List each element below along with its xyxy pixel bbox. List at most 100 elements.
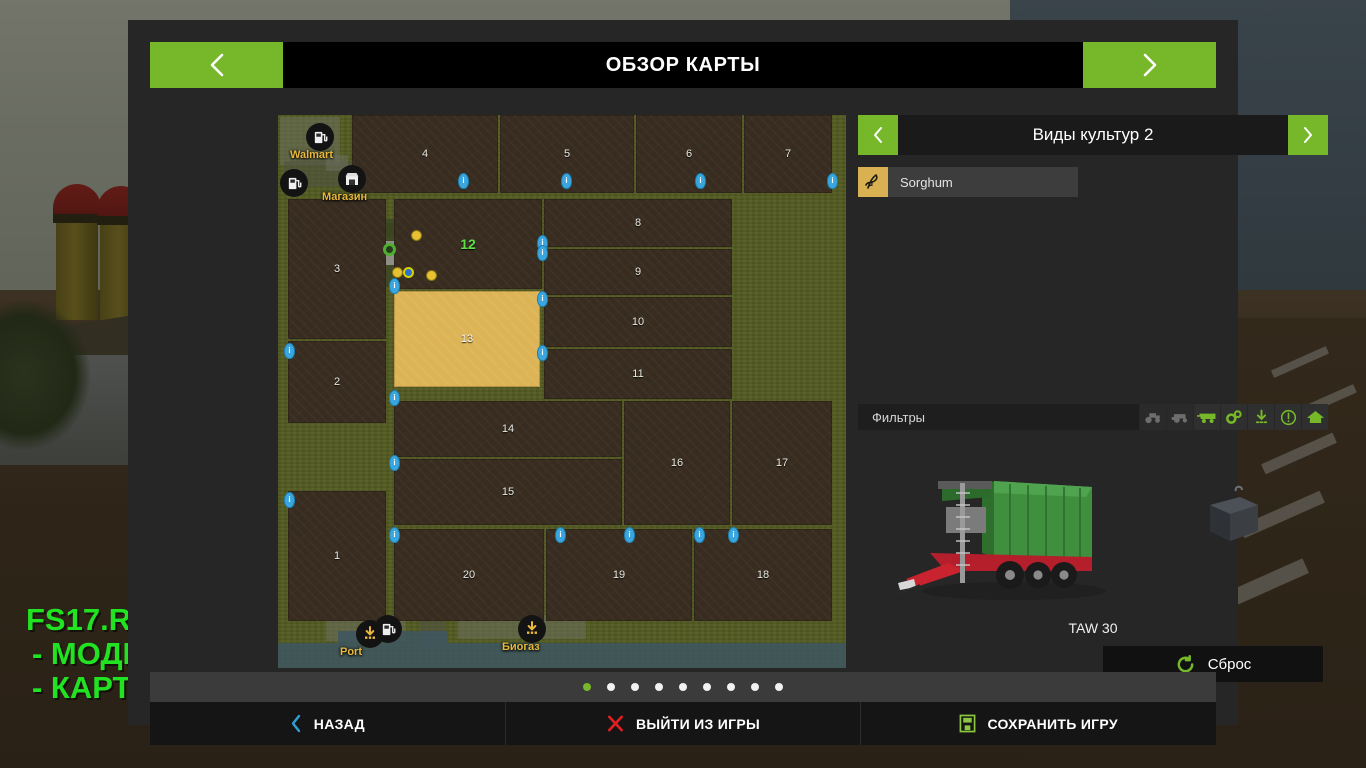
pagination-dot[interactable] bbox=[703, 683, 711, 691]
pagination-dot[interactable] bbox=[583, 683, 591, 691]
field-number: 15 bbox=[501, 486, 515, 498]
field-info-marker[interactable]: i bbox=[695, 173, 706, 189]
crop-list-item[interactable]: Sorghum bbox=[858, 167, 1078, 197]
back-button[interactable]: НАЗАД bbox=[150, 702, 506, 745]
tractor-filter-icon[interactable] bbox=[1139, 404, 1166, 430]
map-field[interactable]: 2 bbox=[288, 341, 386, 423]
field-info-marker[interactable]: i bbox=[555, 527, 566, 543]
trailer-filter-icon[interactable] bbox=[1193, 404, 1220, 430]
pagination-dot[interactable] bbox=[751, 683, 759, 691]
map-field[interactable]: 7 bbox=[744, 115, 832, 193]
pagination-dot[interactable] bbox=[631, 683, 639, 691]
category-next-button[interactable] bbox=[1288, 115, 1328, 155]
area-marker[interactable] bbox=[383, 243, 396, 256]
warning-filter-icon[interactable] bbox=[1274, 404, 1301, 430]
field-number: 14 bbox=[501, 423, 515, 435]
field-info-marker[interactable]: i bbox=[561, 173, 572, 189]
map-field[interactable]: 12 bbox=[394, 199, 542, 289]
field-info-marker[interactable]: i bbox=[389, 455, 400, 471]
fuel-station-icon[interactable] bbox=[374, 615, 402, 643]
harvester-filter-icon[interactable] bbox=[1166, 404, 1193, 430]
map-field[interactable]: 20 bbox=[394, 529, 544, 621]
field-info-marker[interactable]: i bbox=[389, 527, 400, 543]
dialog-footer: НАЗАД ВЫЙТИ ИЗ ИГРЫ СОХРАНИТЬ ИГРУ bbox=[150, 702, 1216, 745]
map-field[interactable]: 8 bbox=[544, 199, 732, 247]
map-field[interactable]: 6 bbox=[636, 115, 742, 193]
map-field[interactable]: 18 bbox=[694, 529, 832, 621]
pagination-dot[interactable] bbox=[727, 683, 735, 691]
field-number: 7 bbox=[784, 148, 792, 160]
vehicle-marker[interactable] bbox=[411, 230, 422, 241]
vehicle-marker[interactable] bbox=[392, 267, 403, 278]
map-field[interactable]: 14 bbox=[394, 401, 622, 457]
field-info-marker[interactable]: i bbox=[458, 173, 469, 189]
map-field[interactable]: 15 bbox=[394, 459, 622, 525]
tools-filter-icon[interactable] bbox=[1220, 404, 1247, 430]
trailer-render bbox=[898, 481, 1106, 600]
field-number: 12 bbox=[460, 236, 476, 252]
field-number: 10 bbox=[631, 316, 645, 328]
field-info-marker[interactable]: i bbox=[624, 527, 635, 543]
back-label: НАЗАД bbox=[313, 715, 365, 732]
chevron-left-icon bbox=[874, 127, 882, 143]
shop-icon[interactable] bbox=[338, 165, 366, 193]
map-field[interactable]: 1 bbox=[288, 491, 386, 621]
field-info-marker[interactable]: i bbox=[389, 390, 400, 406]
field-info-marker[interactable]: i bbox=[284, 343, 295, 359]
vehicle-marker[interactable] bbox=[426, 270, 437, 281]
chevron-left-icon bbox=[210, 53, 223, 77]
field-number: 11 bbox=[632, 368, 644, 380]
poi-label: Walmart bbox=[290, 149, 333, 161]
dialog-header: ОБЗОР КАРТЫ bbox=[150, 42, 1216, 88]
pagination-dot[interactable] bbox=[679, 683, 687, 691]
field-number: 3 bbox=[333, 263, 341, 275]
quit-game-label: ВЫЙТИ ИЗ ИГРЫ bbox=[635, 715, 761, 732]
field-number: 5 bbox=[563, 148, 571, 160]
crop-name: Sorghum bbox=[900, 174, 953, 190]
header-prev-button[interactable] bbox=[150, 42, 283, 88]
reset-label: Сброс bbox=[1207, 655, 1252, 673]
save-disk-icon bbox=[960, 714, 976, 733]
chevron-right-icon bbox=[1304, 127, 1312, 143]
save-game-label: СОХРАНИТЬ ИГРУ bbox=[987, 715, 1118, 732]
map-field[interactable]: 19 bbox=[546, 529, 692, 621]
filters-bar: Фильтры bbox=[858, 404, 1328, 430]
pagination-dot[interactable] bbox=[775, 683, 783, 691]
vehicle-name: TAW 30 bbox=[1068, 620, 1118, 636]
field-info-marker[interactable]: i bbox=[389, 278, 400, 294]
field-info-marker[interactable]: i bbox=[537, 345, 548, 361]
field-info-marker[interactable]: i bbox=[284, 492, 295, 508]
map-field[interactable]: 4 bbox=[352, 115, 498, 193]
map-field[interactable]: 10 bbox=[544, 297, 732, 347]
download-filter-icon[interactable] bbox=[1247, 404, 1274, 430]
fuel-station-icon[interactable] bbox=[280, 169, 308, 197]
fuel-station-icon[interactable] bbox=[306, 123, 334, 151]
map-field[interactable]: 9 bbox=[544, 249, 732, 295]
quit-game-button[interactable]: ВЫЙТИ ИЗ ИГРЫ bbox=[506, 702, 862, 745]
map-field[interactable]: 3 bbox=[288, 199, 386, 339]
map-overview-dialog: ОБЗОР КАРТЫ 4 5 6 7 3 12 8 9 10 11 13 2 14 15 16 17 1 20 1… bbox=[128, 20, 1328, 745]
sell-point-icon[interactable] bbox=[518, 615, 546, 643]
close-x-icon bbox=[607, 715, 623, 732]
home-filter-icon[interactable] bbox=[1301, 404, 1328, 430]
field-info-marker[interactable]: i bbox=[694, 527, 705, 543]
pagination-dot[interactable] bbox=[607, 683, 615, 691]
field-info-marker[interactable]: i bbox=[537, 291, 548, 307]
player-marker[interactable] bbox=[403, 267, 414, 278]
field-info-marker[interactable]: i bbox=[537, 245, 548, 261]
field-info-marker[interactable]: i bbox=[827, 173, 838, 189]
field-number: 4 bbox=[421, 148, 429, 160]
map-field[interactable]: 17 bbox=[732, 401, 832, 525]
field-number: 13 bbox=[460, 333, 474, 345]
pagination-dot[interactable] bbox=[655, 683, 663, 691]
save-game-button[interactable]: СОХРАНИТЬ ИГРУ bbox=[861, 702, 1216, 745]
field-number: 6 bbox=[685, 148, 693, 160]
map-field[interactable]: 11 bbox=[544, 349, 732, 399]
field-info-marker[interactable]: i bbox=[728, 527, 739, 543]
map-field[interactable]: 13 bbox=[394, 291, 540, 387]
category-prev-button[interactable] bbox=[858, 115, 898, 155]
header-next-button[interactable] bbox=[1083, 42, 1216, 88]
map-field[interactable]: 16 bbox=[624, 401, 730, 525]
field-number: 9 bbox=[634, 266, 642, 278]
map-view[interactable]: 4 5 6 7 3 12 8 9 10 11 13 2 14 15 16 17 1 20 19 18 i i i i i i i i… bbox=[278, 115, 846, 668]
